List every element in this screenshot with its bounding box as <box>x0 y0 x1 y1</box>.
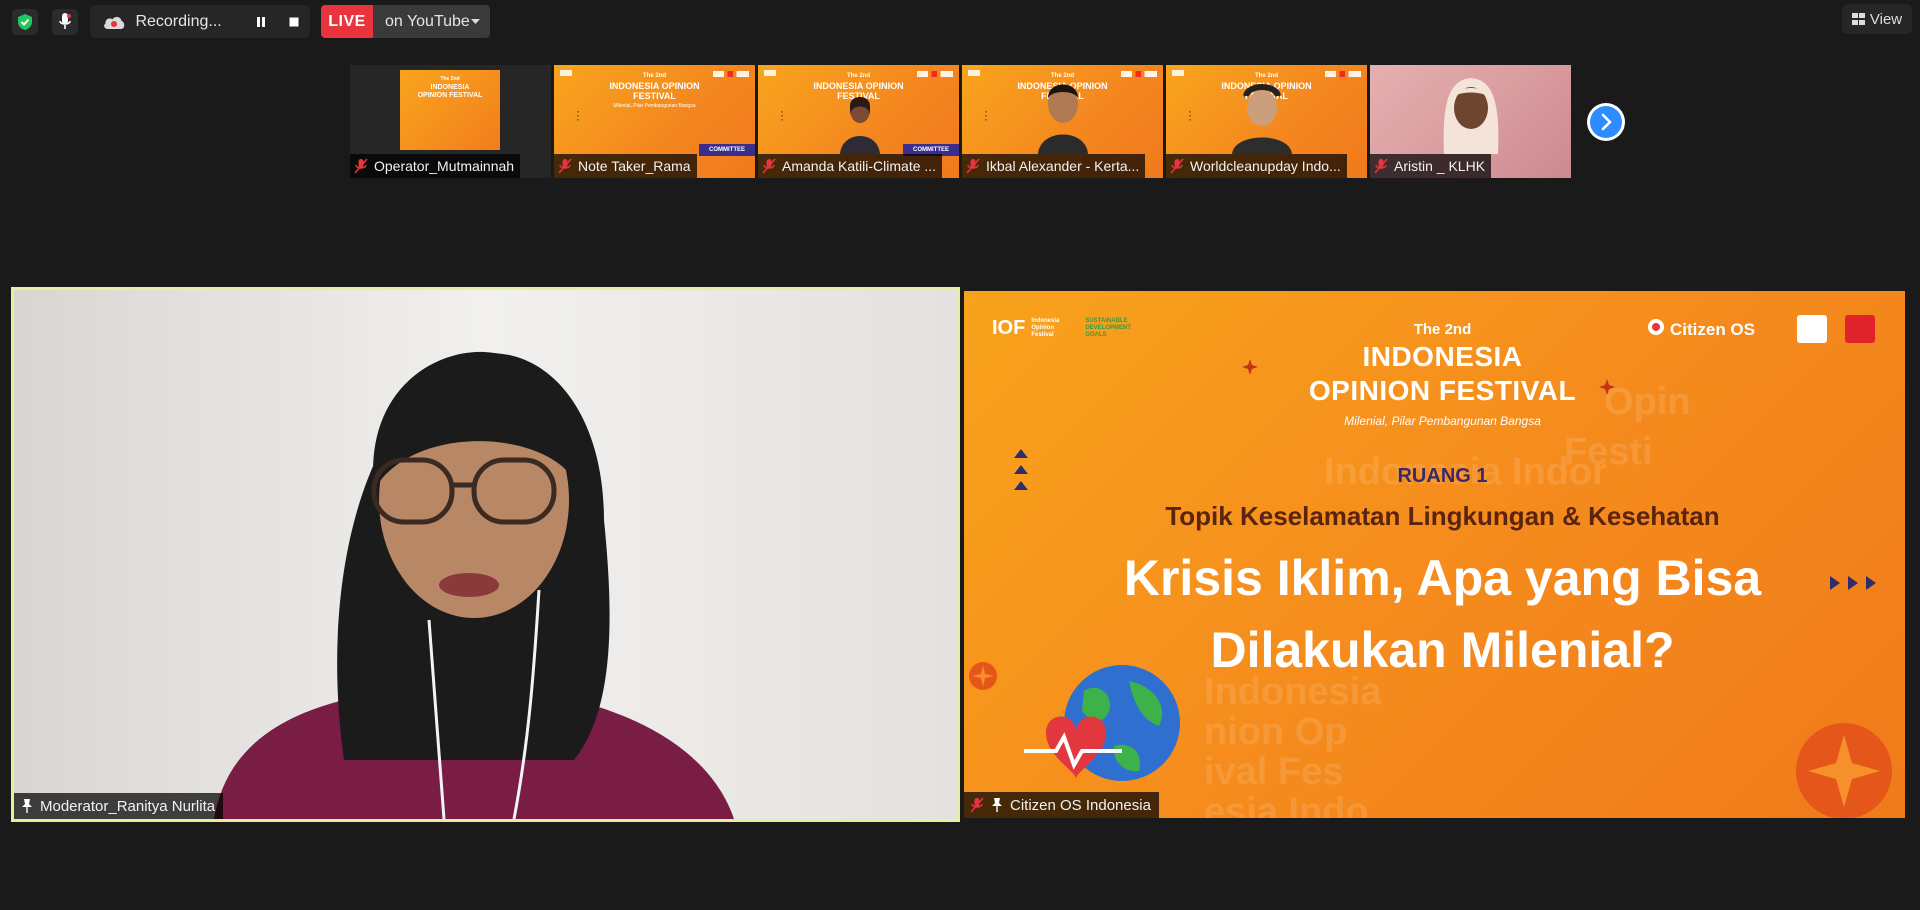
participant-name: Note Taker_Rama <box>578 158 691 174</box>
participant-tile[interactable]: The 2nd INDONESIA OPINION FESTIVAL Milen… <box>554 65 755 178</box>
shared-slide-thumbnail: The 2nd INDONESIA OPINION FESTIVAL <box>400 70 500 150</box>
participant-namebar: Amanda Katili-Climate ... <box>758 154 943 178</box>
shared-slide-video[interactable]: Opin Festi Indonesia Indor Indonesia nio… <box>964 291 1905 818</box>
participant-name: Operator_Mutmainnah <box>374 158 515 174</box>
participant-namebar: Aristin _ KLHK <box>1370 154 1492 178</box>
muted-mic-icon <box>762 158 776 174</box>
recording-control: Recording... <box>90 5 310 38</box>
muted-mic-icon <box>1170 158 1184 174</box>
live-stream-control[interactable]: LIVE on YouTube <box>321 5 490 38</box>
participant-video-figure <box>840 97 880 154</box>
participant-namebar: Note Taker_Rama <box>554 154 697 178</box>
participant-video-figure <box>1232 84 1292 154</box>
slide-headline-line1: Krisis Iklim, Apa yang Bisa <box>1123 550 1762 606</box>
decorative-star-icon <box>969 662 997 690</box>
participant-name: Amanda Katili-Climate ... <box>782 158 937 174</box>
pin-icon <box>990 797 1004 813</box>
slide-thumb-tagline: Milenial, Pilar Pembangunan Bangsa <box>613 103 696 109</box>
security-shield-icon[interactable] <box>12 9 38 35</box>
participant-tile[interactable]: The 2nd INDONESIA OPINION FESTIVAL · · · C… <box>758 65 959 178</box>
participant-name: Ikbal Alexander - Kerta... <box>986 158 1140 174</box>
microphone-icon[interactable] <box>52 9 78 35</box>
speaker-name: Moderator_Ranitya Nurlita <box>40 797 216 815</box>
participant-tile[interactable]: Aristin _ KLHK <box>1370 65 1571 178</box>
grid-view-icon <box>1851 13 1865 25</box>
next-page-button[interactable] <box>1587 103 1625 141</box>
dots-icon: · · · <box>576 104 580 126</box>
participant-video-figure <box>1443 78 1499 154</box>
pin-icon <box>20 798 34 814</box>
slide-thumb-the2nd: The 2nd <box>642 73 666 79</box>
slide-thumb-the2nd: The 2nd <box>440 76 460 82</box>
triangle-markers-icon <box>1014 449 1028 490</box>
slide-tagline: Milenial, Pilar Pembangunan Bangsa <box>1344 414 1541 428</box>
arrow-markers-icon <box>1830 576 1876 590</box>
background-word: esia Indo <box>1204 791 1369 818</box>
participant-tile[interactable]: The 2nd INDONESIA OPINION FESTIVAL ··· I… <box>962 65 1163 178</box>
muted-mic-icon <box>558 158 572 174</box>
globe-heart-icon <box>1024 665 1180 781</box>
dots-icon: · · · <box>984 104 988 126</box>
dots-icon: · · · <box>780 104 784 126</box>
speaker-namebar: Moderator_Ranitya Nurlita <box>14 793 224 819</box>
participant-name: Aristin _ KLHK <box>1394 158 1486 174</box>
slide-topic: Topik Keselamatan Lingkungan & Kesehatan <box>1165 501 1720 531</box>
slide-title-line1: INDONESIA <box>1362 341 1523 372</box>
active-speaker-video[interactable]: Moderator_Ranitya Nurlita <box>11 287 960 822</box>
recording-status-label: Recording... <box>135 12 222 30</box>
background-word: nion Op <box>1204 711 1348 753</box>
meeting-topbar: Recording... LIVE on YouTube View <box>0 0 1920 42</box>
shared-slide-name: Citizen OS Indonesia <box>1010 796 1151 814</box>
slide-title-line2: OPINION FESTIVAL <box>1308 375 1577 406</box>
speaker-video-figure <box>14 290 957 819</box>
background-word: ival Fes <box>1204 751 1344 793</box>
slide-thumb-the2nd: The 2nd <box>846 73 870 79</box>
slide-thumb-title: INDONESIA OPINION FESTIVAL <box>417 84 483 99</box>
sparkle-icon <box>1599 379 1615 395</box>
participant-namebar: Ikbal Alexander - Kerta... <box>962 154 1146 178</box>
cloud-record-icon <box>102 14 129 30</box>
participant-video-figure <box>1038 84 1088 154</box>
view-label: View <box>1869 10 1903 28</box>
dots-icon: · · · <box>1188 104 1192 126</box>
participant-tile[interactable]: The 2nd INDONESIA OPINION FESTIVAL ··· W… <box>1166 65 1367 178</box>
stop-recording-button[interactable] <box>279 9 310 35</box>
view-button[interactable]: View <box>1842 4 1912 34</box>
chevron-down-icon <box>471 18 480 25</box>
slide-thumb-title: INDONESIA OPINION FESTIVAL <box>609 81 700 101</box>
live-target-label: on YouTube <box>385 12 470 30</box>
slide-ruang: RUANG 1 <box>1397 465 1488 487</box>
decorative-star-icon <box>1796 723 1892 818</box>
muted-mic-icon <box>354 158 368 174</box>
shared-slide-namebar: Citizen OS Indonesia <box>964 792 1159 818</box>
participant-name: Worldcleanupday Indo... <box>1190 158 1341 174</box>
participant-namebar: Operator_Mutmainnah <box>350 154 521 178</box>
committee-tag: COMMITTEE <box>699 144 755 156</box>
muted-mic-icon <box>966 158 980 174</box>
participant-tile[interactable]: The 2nd INDONESIA OPINION FESTIVAL Opera… <box>350 65 551 178</box>
muted-mic-icon <box>970 797 984 813</box>
live-badge: LIVE <box>321 5 373 38</box>
slide-the2nd: The 2nd <box>1413 321 1472 338</box>
sparkle-icon <box>1242 359 1258 375</box>
muted-mic-icon <box>1374 158 1388 174</box>
pause-recording-button[interactable] <box>245 9 276 35</box>
participant-namebar: Worldcleanupday Indo... <box>1166 154 1347 178</box>
chevron-right-icon <box>1590 106 1622 138</box>
live-target-dropdown[interactable]: on YouTube <box>373 5 490 38</box>
